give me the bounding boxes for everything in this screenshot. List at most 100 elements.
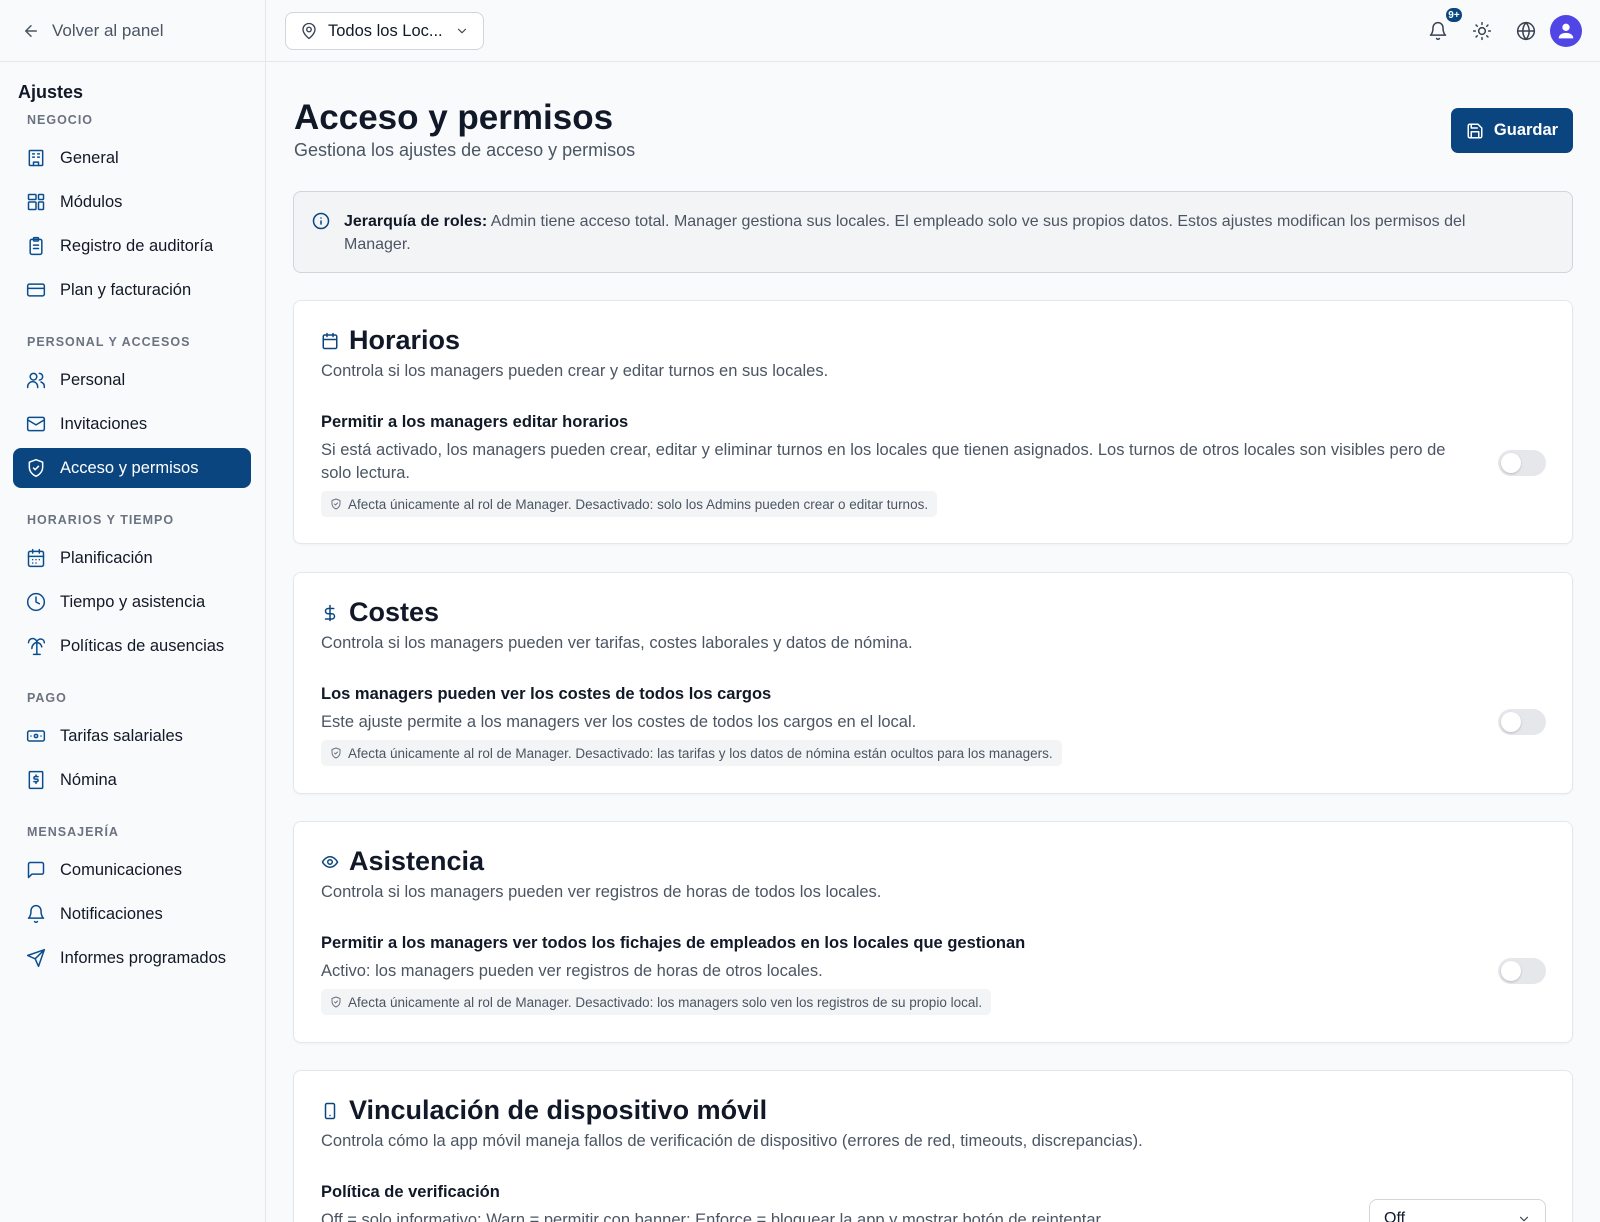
message-square-icon [27,861,45,879]
card-title: Asistencia [349,846,485,876]
arrow-left-icon [25,24,37,37]
chevron-down-icon [1519,1216,1529,1222]
sidebar-item-auditoria[interactable]: Registro de auditoría [13,226,251,266]
setting-title: Permitir a los managers ver todos los fi… [321,934,1026,952]
card-description: Controla si los managers pueden ver tari… [321,634,913,652]
sidebar-item-invitaciones[interactable]: Invitaciones [13,404,251,444]
smartphone-icon [324,1102,336,1119]
card-description: Controla si los managers pueden crear y … [321,362,829,380]
view-costs-toggle[interactable] [1498,709,1546,735]
notifications-button[interactable] [1426,19,1450,43]
chevron-down-icon [457,28,467,34]
sidebar-item-tiempo[interactable]: Tiempo y asistencia [13,582,251,622]
section-mensajeria: MENSAJERÍA [27,825,119,839]
sidebar-item-planificacion[interactable]: Planificación [13,538,251,578]
section-negocio: NEGOCIO [27,113,94,127]
info-icon [312,212,330,230]
user-icon [1558,23,1574,39]
setting-description: Este ajuste permite a los managers ver l… [321,713,917,731]
location-selector[interactable]: Todos los Loc... [285,12,484,50]
edit-schedules-toggle[interactable] [1498,450,1546,476]
notification-badge: 9+ [1444,6,1464,24]
credit-card-icon [26,283,46,297]
setting-description: Si está activado, los managers pueden cr… [321,441,1446,482]
setting-note: Afecta únicamente al rol de Manager. Des… [321,989,992,1015]
clock-icon [26,592,46,612]
language-button[interactable] [1514,19,1538,43]
toggle-knob [1501,961,1521,981]
shield-icon [331,996,341,1008]
card-asistencia: Asistencia Controla si los managers pued… [293,821,1573,1043]
section-horarios: HORARIOS Y TIEMPO [27,513,175,527]
setting-title: Permitir a los managers editar horarios [321,413,629,431]
card-costes: Costes Controla si los managers pueden v… [293,572,1573,794]
setting-description: Activo: los managers pueden ver registro… [321,962,823,980]
sidebar-item-label: Planificación [60,548,153,567]
card-description: Controla cómo la app móvil maneja fallos… [321,1132,1143,1150]
sidebar-item-label: Invitaciones [60,414,148,433]
building-icon [28,149,44,167]
info-text: Admin tiene acceso total. Manager gestio… [344,213,1466,253]
clipboard-icon [29,236,43,256]
note-text: Afecta únicamente al rol de Manager. Des… [348,994,983,1010]
card-title: Horarios [349,325,461,355]
sidebar-item-notificaciones[interactable]: Notificaciones [13,894,251,934]
banknote-icon [26,730,46,742]
receipt-icon [28,770,44,790]
card-title: Vinculación de dispositivo móvil [349,1095,768,1125]
users-icon [26,372,46,389]
sidebar-item-plan[interactable]: Plan y facturación [13,270,251,310]
theme-toggle-button[interactable] [1470,19,1494,43]
sidebar-item-personal[interactable]: Personal [13,360,251,400]
section-pago: PAGO [27,691,67,705]
sidebar-item-label: Notificaciones [60,904,163,923]
shield-check-icon [28,458,44,478]
sidebar-item-ausencias[interactable]: Políticas de ausencias [13,626,251,666]
sidebar-item-acceso[interactable]: Acceso y permisos [13,448,251,488]
setting-note: Afecta únicamente al rol de Manager. Des… [321,491,938,517]
sidebar-item-label: Nómina [60,770,117,789]
location-label: Todos los Loc... [328,21,443,40]
sidebar-item-informes[interactable]: Informes programados [13,938,251,978]
sidebar-item-tarifas[interactable]: Tarifas salariales [13,716,251,756]
sidebar-item-modulos[interactable]: Módulos [13,182,251,222]
bell-icon [27,904,45,924]
dollar-icon [324,604,336,621]
setting-description: Off = solo informativo; Warn = permitir … [321,1211,1102,1222]
card-description: Controla si los managers pueden ver regi… [321,883,882,901]
sidebar-item-label: Tarifas salariales [60,726,183,745]
sidebar-title: Ajustes [18,82,84,102]
send-icon [26,948,46,968]
sidebar-item-label: Personal [60,370,126,389]
back-label: Volver al panel [52,20,164,40]
view-attendance-toggle[interactable] [1498,958,1546,984]
sidebar: Volver al panel Ajustes NEGOCIO General … [0,0,266,1222]
card-horarios: Horarios Controla si los managers pueden… [293,300,1573,544]
section-personal: PERSONAL Y ACCESOS [27,335,191,349]
sidebar-item-general[interactable]: General [13,138,251,178]
card-dispositivo-movil: Vinculación de dispositivo móvil Control… [293,1070,1573,1222]
modules-icon [27,193,45,211]
sun-icon [1472,21,1492,41]
role-hierarchy-info: Jerarquía de roles: Admin tiene acceso t… [293,191,1573,273]
mail-icon [26,416,46,432]
setting-title: Política de verificación [321,1183,500,1201]
save-label: Guardar [1493,121,1559,139]
back-to-panel-link[interactable]: Volver al panel [0,0,265,62]
sidebar-item-comunicaciones[interactable]: Comunicaciones [13,850,251,890]
setting-title: Los managers pueden ver los costes de to… [321,685,772,703]
verification-policy-select[interactable]: Off [1369,1199,1546,1222]
save-button[interactable]: Guardar [1451,108,1573,153]
sidebar-item-label: Registro de auditoría [60,236,214,255]
sidebar-item-nomina[interactable]: Nómina [13,760,251,800]
toggle-knob [1501,712,1521,732]
globe-icon [1516,21,1536,41]
calendar-icon [322,332,338,349]
eye-icon [321,855,339,868]
sidebar-item-label: Tiempo y asistencia [60,592,206,611]
toggle-knob [1501,453,1521,473]
card-title: Costes [349,597,440,627]
sidebar-item-label: General [60,148,119,167]
avatar[interactable] [1550,15,1582,47]
calendar-icon [27,548,45,568]
